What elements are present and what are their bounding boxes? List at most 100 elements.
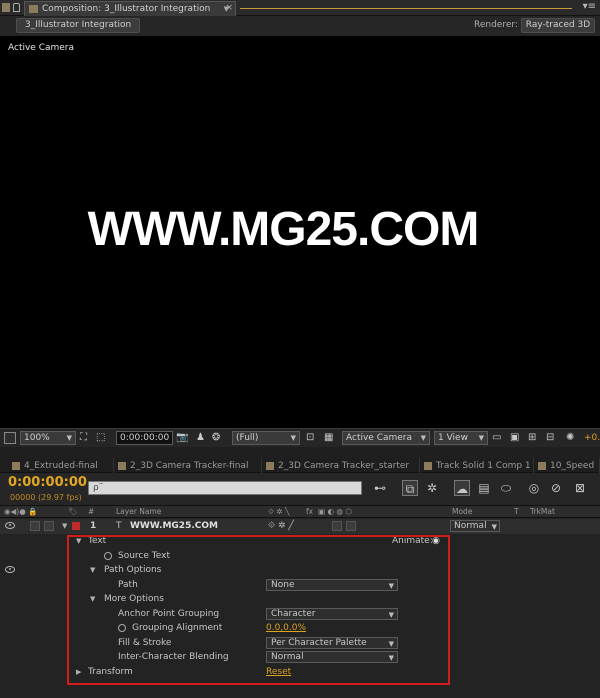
composition-icon	[29, 5, 38, 13]
solo-toggle[interactable]	[30, 521, 40, 531]
column-layer-name[interactable]: Layer Name	[116, 507, 161, 516]
lock-toggle[interactable]	[44, 521, 54, 531]
animate-label: Animate:	[392, 536, 433, 546]
layer-row[interactable]: ▼ 1 T WWW.MG25.COM ⟐ ✲ ╱ Normal ▼	[0, 519, 600, 534]
twirl-down-icon[interactable]: ▼	[90, 595, 95, 603]
shy-layers-icon[interactable]: ✲	[424, 480, 440, 496]
renderer-button[interactable]: Ray-traced 3D	[521, 18, 595, 33]
fit-icon[interactable]: ⛶	[80, 431, 87, 445]
property-fill-stroke[interactable]: Fill & Stroke Per Character Palette ▼	[0, 636, 600, 651]
comp-mini-flowchart-icon[interactable]: ⊷	[372, 480, 388, 496]
active-panel-indicator	[240, 8, 572, 9]
path-value: None	[271, 579, 295, 590]
property-inter-character-blending[interactable]: Inter-Character Blending Normal ▼	[0, 650, 600, 665]
exposure-value[interactable]: +0.0	[584, 431, 600, 445]
fast-previews-icon[interactable]: ▣	[510, 431, 519, 445]
resolution-dropdown[interactable]: (Full) ▼	[232, 431, 300, 445]
viewer-text-layer[interactable]: WWW.MG25.COM	[0, 202, 566, 258]
property-group-more-options[interactable]: ▼ More Options	[0, 592, 600, 607]
grouping-alignment-value[interactable]: 0.0,0.0%	[266, 623, 306, 633]
property-path[interactable]: Path None ▼	[0, 578, 600, 593]
panel-grip-icon[interactable]	[2, 3, 10, 12]
stopwatch-icon[interactable]	[118, 624, 126, 632]
lock-icon[interactable]	[13, 3, 20, 12]
timeline-tab-label: 10_Speed	[550, 460, 595, 471]
chevron-down-icon: ▼	[388, 581, 394, 590]
exposure-icon[interactable]: ✺	[566, 431, 574, 445]
viewer-timecode[interactable]: 0:00:00:00	[116, 431, 174, 445]
timeline-tab-4[interactable]: 10_Speed	[534, 458, 600, 473]
eye-icon[interactable]	[5, 522, 15, 529]
layer-search-input[interactable]: ρ˜	[88, 481, 362, 495]
timeline-tab-0[interactable]: 4_Extruded-final	[8, 458, 114, 473]
camera-snapshot-icon[interactable]: 📷	[176, 431, 188, 445]
flowchart-icon[interactable]: ⊟	[546, 431, 554, 445]
chevron-down-icon: ▼	[290, 434, 296, 442]
property-more-options-label: More Options	[104, 594, 164, 604]
stopwatch-icon[interactable]	[104, 551, 112, 560]
viewer-controls: 100% ▼ ⛶ ⬚ 0:00:00:00 📷 ♟ ❂ (Full) ▼ ⊡ ▦…	[0, 428, 600, 447]
timeline-tab-1[interactable]: 2_3D Camera Tracker-final	[114, 458, 262, 473]
property-anchor-point-grouping[interactable]: Anchor Point Grouping Character ▼	[0, 607, 600, 622]
fill-stroke-dropdown[interactable]: Per Character Palette ▼	[266, 636, 398, 649]
layer-name[interactable]: WWW.MG25.COM	[130, 521, 218, 531]
property-source-text[interactable]: Source Text	[0, 549, 600, 564]
twirl-down-icon[interactable]: ▼	[62, 522, 67, 530]
composition-icon	[538, 461, 546, 470]
camera-view-value: Active Camera	[346, 433, 413, 443]
animate-menu-icon[interactable]: ◉	[432, 536, 440, 546]
toggle-pixel-aspect-icon[interactable]: ▭	[492, 431, 501, 445]
panel-menu-icon[interactable]: ▾≡	[583, 1, 596, 12]
zoom-dropdown[interactable]: 100% ▼	[20, 431, 76, 445]
twirl-right-icon[interactable]: ▶	[76, 668, 81, 676]
auto-keyframe-icon[interactable]: ⊘	[548, 480, 564, 496]
frame-blending-icon[interactable]: ☁	[454, 480, 470, 496]
twirl-down-icon[interactable]: ▼	[90, 566, 95, 574]
property-path-label: Path	[118, 579, 138, 590]
property-group-transform[interactable]: ▶ Transform Reset	[0, 665, 600, 680]
brainstorm-icon[interactable]: ◎	[526, 480, 542, 496]
property-group-path-options[interactable]: ▼ Path Options	[0, 563, 600, 578]
eye-icon[interactable]	[5, 566, 15, 573]
transform-reset-link[interactable]: Reset	[266, 667, 291, 677]
always-preview-icon[interactable]	[4, 432, 16, 444]
switch-box[interactable]	[346, 521, 356, 531]
column-mode: Mode	[452, 507, 473, 516]
composition-tab[interactable]: Composition: 3_Illustrator Integration ▼…	[24, 1, 236, 16]
property-path-options-label: Path Options	[104, 565, 162, 575]
show-snapshot-icon[interactable]: ♟	[196, 431, 205, 445]
column-fx: fx	[306, 507, 314, 516]
region-of-interest-icon[interactable]: ⬚	[96, 431, 105, 445]
close-icon[interactable]: ×	[225, 3, 233, 13]
blend-mode-dropdown[interactable]: Normal ▼	[450, 520, 500, 532]
twirl-down-icon[interactable]: ▼	[76, 537, 81, 545]
renderer-label: Renderer:	[474, 20, 518, 30]
switch-box[interactable]	[332, 521, 342, 531]
graph-editor-icon[interactable]: ⬭	[498, 480, 514, 496]
path-dropdown[interactable]: None ▼	[266, 578, 398, 591]
transparency-grid-icon[interactable]: ▦	[324, 431, 333, 445]
timeline-tab-3[interactable]: Track Solid 1 Comp 1	[420, 458, 534, 473]
draft-3d-icon[interactable]: ⧉	[402, 480, 418, 496]
composition-breadcrumb[interactable]: 3_Illustrator Integration	[16, 18, 141, 33]
layer-label-color[interactable]	[72, 522, 80, 530]
property-group-text[interactable]: ▼ Text Animate: ◉	[0, 534, 600, 549]
property-source-text-label: Source Text	[118, 550, 170, 561]
graph-view-icon[interactable]: ⊠	[572, 480, 588, 496]
switches-icons[interactable]: ⟐ ✲ ╱	[268, 521, 294, 531]
property-grouping-alignment-label: Grouping Alignment	[132, 623, 223, 633]
composition-viewer[interactable]: Active Camera WWW.MG25.COM	[0, 36, 600, 428]
motion-blur-icon[interactable]: ▤	[476, 480, 492, 496]
channel-icon[interactable]: ❂	[212, 431, 220, 445]
timeline-tab-2[interactable]: 2_3D Camera Tracker_starter	[262, 458, 420, 473]
camera-view-dropdown[interactable]: Active Camera ▼	[342, 431, 430, 445]
chevron-down-icon: ▼	[420, 434, 426, 442]
property-grouping-alignment[interactable]: Grouping Alignment 0.0,0.0%	[0, 621, 600, 636]
anchor-grouping-dropdown[interactable]: Character ▼	[266, 607, 398, 620]
fast-preview-icon[interactable]: ⊡	[306, 431, 314, 445]
timeline-icon[interactable]: ⊞	[528, 431, 536, 445]
inter-char-blending-dropdown[interactable]: Normal ▼	[266, 651, 398, 663]
view-layout-dropdown[interactable]: 1 View ▼	[434, 431, 488, 445]
current-time-display[interactable]: 0:00:00:00	[8, 475, 87, 490]
composition-icon	[118, 461, 126, 470]
